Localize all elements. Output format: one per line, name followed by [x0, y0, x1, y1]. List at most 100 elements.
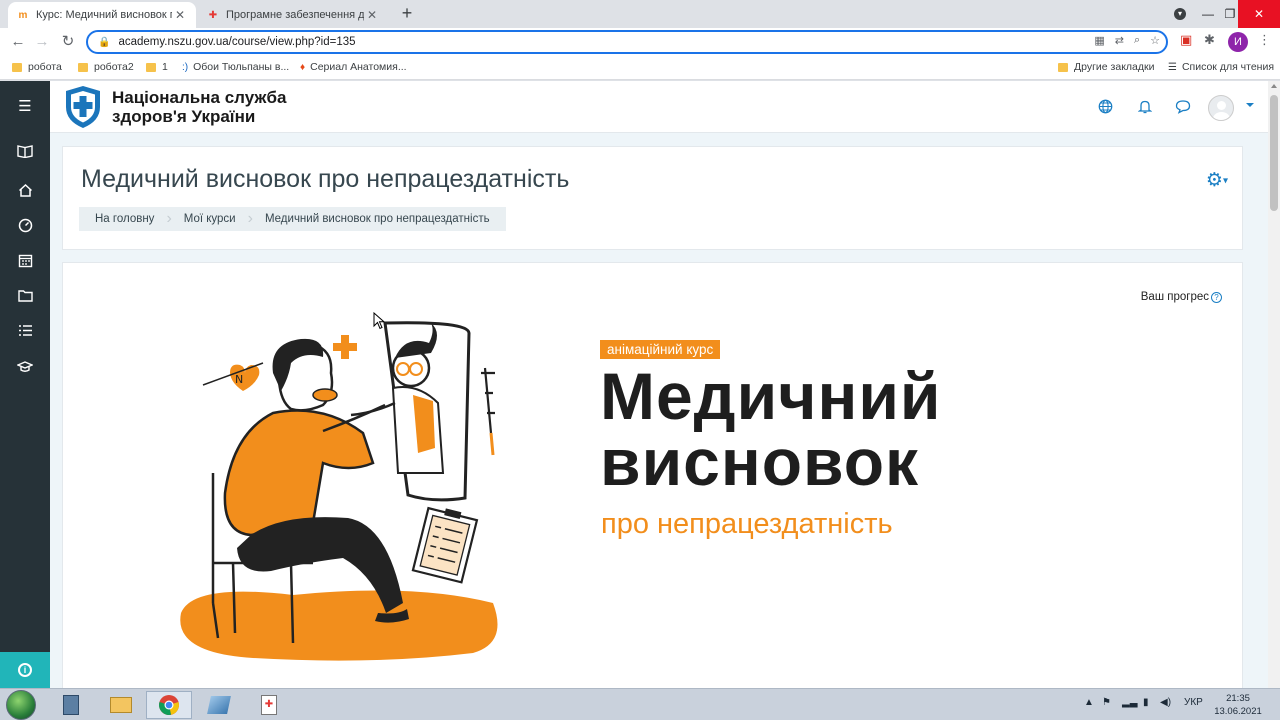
bookmark-star-icon[interactable]: ☆	[1150, 34, 1160, 47]
other-bookmarks[interactable]: Другие закладки	[1058, 61, 1154, 73]
tab-title: Програмне забезпечення для	[226, 9, 364, 21]
bookmark-folder[interactable]: 1	[146, 61, 168, 73]
scrollbar-thumb[interactable]	[1270, 95, 1278, 211]
extension-pocket-icon[interactable]: ▣	[1180, 32, 1192, 48]
moodle-favicon-icon: m	[18, 9, 28, 21]
action-center-flag-icon[interactable]: ⚑	[1102, 697, 1111, 708]
banner-heading-line2: висновок	[600, 425, 920, 499]
address-bar[interactable]: 🔒 academy.nszu.gov.ua/course/view.php?id…	[86, 30, 1168, 54]
breadcrumb-current-course[interactable]: Медичний висновок про непрацездатність	[265, 213, 490, 225]
chevron-down-icon[interactable]	[1246, 103, 1254, 107]
clock-date: 13.06.2021	[1214, 706, 1262, 717]
course-settings-gear-icon[interactable]: ⚙▾	[1206, 169, 1228, 192]
profile-avatar[interactable]: И	[1228, 32, 1248, 52]
new-tab-button[interactable]: +	[396, 4, 418, 24]
window-close-button[interactable]: ✕	[1238, 0, 1280, 28]
page-viewport: ☰ i Національна служба здоров'я України …	[0, 81, 1280, 688]
taskbar-explorer[interactable]	[98, 691, 144, 719]
nszu-logo[interactable]: Національна служба здоров'я України	[64, 85, 286, 129]
browser-menu-icon[interactable]: ⋮	[1258, 32, 1271, 48]
translate-icon[interactable]: ⇄	[1115, 34, 1124, 47]
reading-list[interactable]: ☰ Список для чтения	[1168, 61, 1274, 73]
medical-favicon-icon: ✚	[208, 9, 218, 21]
hamburger-menu-icon[interactable]: ☰	[0, 88, 50, 124]
page-title: Медичний висновок про непрацездатність	[81, 165, 570, 193]
tray-overflow-icon[interactable]: ▲	[1084, 697, 1094, 708]
keyboard-language[interactable]: УКР	[1184, 697, 1203, 708]
flame-icon: ♦	[300, 61, 306, 73]
accessibility-info-button[interactable]: i	[0, 652, 50, 688]
volume-icon[interactable]: ◀)	[1160, 697, 1171, 708]
course-content-card: Ваш прогрес ? N анімаційний курс Медични…	[62, 262, 1243, 688]
tab-software[interactable]: ✚ Програмне забезпечення для ✕	[198, 2, 388, 28]
forward-arrow-icon[interactable]: →	[32, 32, 52, 52]
banner-heading-line1: Медичний	[600, 359, 942, 433]
bookmark-link[interactable]: ♦ Сериал Анатомия...	[300, 61, 407, 73]
page-scrollbar[interactable]	[1268, 81, 1280, 688]
reading-list-icon: ☰	[1168, 61, 1177, 73]
calculator-icon	[63, 695, 79, 715]
browser-tab-strip: m Курс: Медичний висновок про ✕ ✚ Програ…	[0, 0, 1280, 28]
messages-chat-icon[interactable]	[1175, 99, 1191, 117]
svg-text:N: N	[235, 373, 243, 386]
progress-indicator: Ваш прогрес ?	[1141, 291, 1222, 303]
clock-time: 21:35	[1226, 693, 1250, 704]
breadcrumb-my-courses[interactable]: Мої курси	[184, 213, 236, 225]
course-book-icon[interactable]	[0, 133, 50, 169]
globe-language-icon[interactable]	[1098, 99, 1113, 117]
bookmark-folder[interactable]: робота2	[78, 61, 134, 73]
info-icon: i	[18, 663, 32, 677]
folder-files-icon[interactable]	[0, 277, 50, 313]
breadcrumb-separator: ›	[247, 210, 253, 227]
browser-toolbar: ← → ↻ 🔒 academy.nszu.gov.ua/course/view.…	[0, 28, 1280, 56]
tab-course[interactable]: m Курс: Медичний висновок про ✕	[8, 2, 196, 28]
bookmark-link[interactable]: :) Обои Тюльпаны в...	[182, 61, 289, 73]
user-avatar[interactable]	[1208, 95, 1234, 121]
close-icon[interactable]: ✕	[364, 8, 380, 22]
help-question-icon[interactable]: ?	[1211, 291, 1222, 303]
graduation-cap-icon[interactable]	[0, 348, 50, 384]
breadcrumb-home[interactable]: На головну	[95, 213, 154, 225]
dashboard-gauge-icon[interactable]	[0, 207, 50, 243]
nav-drawer: ☰ i	[0, 81, 50, 688]
course-type-tag: анімаційний курс	[600, 340, 721, 359]
chrome-icon	[159, 695, 179, 715]
power-icon[interactable]: ▮	[1143, 697, 1149, 708]
start-button[interactable]	[6, 690, 36, 720]
back-arrow-icon[interactable]: ←	[8, 32, 28, 52]
site-name: Національна служба здоров'я України	[112, 88, 287, 126]
notification-bell-icon[interactable]	[1137, 99, 1153, 117]
breadcrumb: На головну › Мої курси › Медичний виснов…	[79, 207, 506, 231]
home-icon[interactable]	[0, 172, 50, 208]
doctor-patient-illustration: N	[180, 321, 498, 661]
folder-icon	[1058, 62, 1068, 72]
taskbar-chrome[interactable]	[146, 691, 192, 719]
os-taskbar: ✚ ▲ ⚑ ▂▃ ▮ ◀) УКР 21:35 13.06.2021	[0, 688, 1280, 720]
url-text: academy.nszu.gov.ua/course/view.php?id=1…	[118, 36, 356, 48]
folder-icon	[78, 62, 88, 72]
lock-icon: 🔒	[98, 36, 111, 48]
reload-icon[interactable]: ↻	[58, 32, 78, 52]
medical-app-icon: ✚	[261, 695, 277, 715]
network-signal-icon[interactable]: ▂▃	[1122, 697, 1137, 708]
folder-icon	[12, 62, 22, 72]
progress-label: Ваш прогрес	[1140, 291, 1209, 303]
mouse-cursor-icon	[373, 312, 385, 330]
list-icon[interactable]	[0, 312, 50, 348]
calendar-icon[interactable]	[0, 242, 50, 278]
breadcrumb-separator: ›	[166, 210, 172, 227]
system-clock[interactable]: 21:35 13.06.2021	[1210, 692, 1266, 718]
zoom-icon[interactable]: ⌕	[1134, 34, 1140, 47]
folder-icon	[110, 697, 132, 713]
course-header-card: Медичний висновок про непрацездатність ⚙…	[62, 146, 1243, 250]
extensions-puzzle-icon[interactable]: ✱	[1204, 32, 1215, 48]
bookmark-folder[interactable]: робота	[12, 61, 62, 73]
shield-cross-icon	[66, 86, 100, 128]
close-icon[interactable]: ✕	[172, 8, 188, 22]
taskbar-medical-app[interactable]: ✚	[246, 691, 292, 719]
taskbar-app[interactable]	[196, 691, 242, 719]
taskbar-calculator[interactable]	[48, 691, 94, 719]
scroll-up-arrow-icon[interactable]	[1271, 84, 1277, 88]
qr-code-icon[interactable]: ▦	[1094, 34, 1104, 47]
folder-icon	[146, 62, 156, 72]
